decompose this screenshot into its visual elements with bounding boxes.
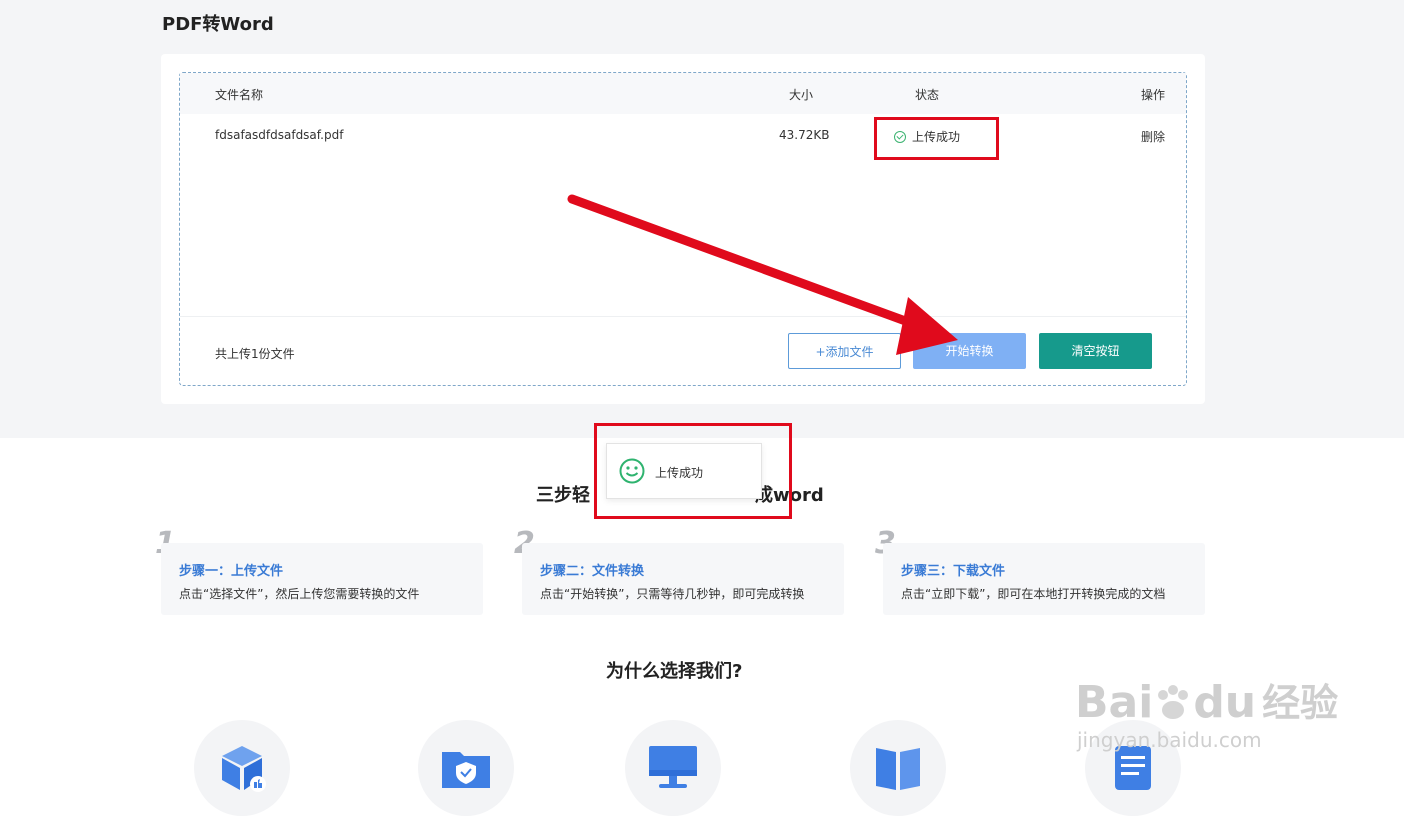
annotation-box-toast bbox=[594, 423, 792, 519]
annotation-arrow bbox=[567, 194, 958, 355]
